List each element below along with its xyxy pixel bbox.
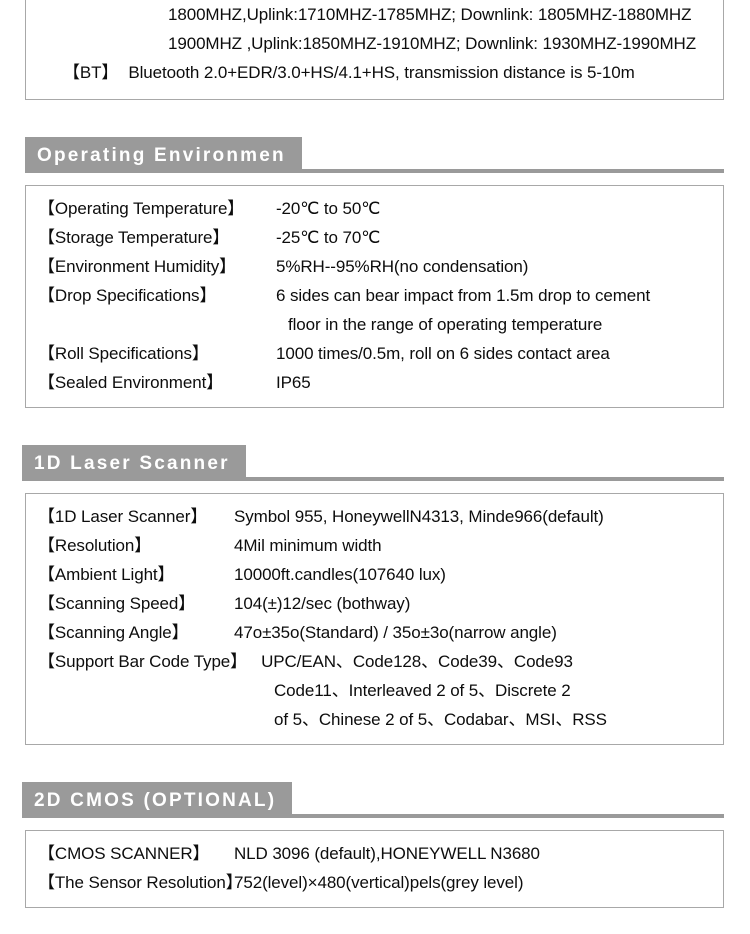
spec-label: 【1D Laser Scanner】 — [38, 507, 208, 526]
spec-row: 【Scanning Speed】 104(±)12/sec (bothway) — [26, 589, 723, 618]
1d-laser-scanner-box: 【1D Laser Scanner】 Symbol 955, Honeywell… — [25, 493, 724, 745]
section-title: 1D Laser Scanner — [34, 452, 230, 474]
spec-label: 【Ambient Light】 — [38, 565, 175, 584]
spec-row: 【Support Bar Code Type】 UPC/EAN、Code128、… — [26, 647, 723, 676]
spec-value: 6 sides can bear impact from 1.5m drop t… — [276, 286, 651, 305]
operating-environment-box: 【Operating Temperature】 -20℃ to 50℃ 【Sto… — [25, 185, 724, 408]
spec-row: 【Resolution】 4Mil minimum width — [26, 531, 723, 560]
spec-label: 【Sealed Environment】 — [38, 373, 224, 392]
spec-row: 【Scanning Angle】 47o±35o(Standard) / 35o… — [26, 618, 723, 647]
spec-value: UPC/EAN、Code128、Code39、Code93 — [261, 652, 573, 671]
spec-label: 【Drop Specifications】 — [38, 286, 217, 305]
bluetooth-value: Bluetooth 2.0+EDR/3.0+HS/4.1+HS, transmi… — [128, 63, 635, 82]
spec-value: 104(±)12/sec (bothway) — [234, 594, 411, 613]
spec-label: 【Resolution】 — [38, 536, 152, 555]
spec-row: 【Drop Specifications】 6 sides can bear i… — [26, 281, 723, 310]
spec-label: 【The Sensor Resolution】 — [38, 873, 243, 892]
2d-cmos-box: 【CMOS SCANNER】 NLD 3096 (default),HONEYW… — [25, 830, 724, 908]
spec-row-continuation: Code11、Interleaved 2 of 5、Discrete 2 — [26, 676, 723, 705]
spec-row: 【Sealed Environment】 IP65 — [26, 368, 723, 397]
spec-row: 【The Sensor Resolution】 752(level)×480(v… — [26, 868, 723, 897]
spec-row-continuation: of 5、Chinese 2 of 5、Codabar、MSI、RSS — [26, 705, 723, 734]
spec-value: 5%RH--95%RH(no condensation) — [276, 257, 529, 276]
header-bar: 2D CMOS (OPTIONAL) — [22, 782, 293, 818]
section-header-1d-laser-scanner: 1D Laser Scanner — [0, 445, 750, 481]
spec-label: 【Operating Temperature】 — [38, 199, 245, 218]
header-bar: 1D Laser Scanner — [22, 445, 246, 481]
spec-value: 4Mil minimum width — [234, 536, 382, 555]
bluetooth-row: 【BT】 Bluetooth 2.0+EDR/3.0+HS/4.1+HS, tr… — [26, 58, 723, 87]
spec-value: 1000 times/0.5m, roll on 6 sides contact… — [276, 344, 610, 363]
spec-value: -20℃ to 50℃ — [276, 199, 381, 218]
spec-value: -25℃ to 70℃ — [276, 228, 381, 247]
spec-row: 【CMOS SCANNER】 NLD 3096 (default),HONEYW… — [26, 839, 723, 868]
section-header-operating-environment: Operating Environmen — [0, 137, 750, 173]
spec-label: 【Support Bar Code Type】 — [38, 652, 248, 671]
spec-value: floor in the range of operating temperat… — [288, 315, 603, 334]
spec-row: 【Operating Temperature】 -20℃ to 50℃ — [26, 194, 723, 223]
spec-sheet-page: 1800MHZ,Uplink:1710MHZ-1785MHZ; Downlink… — [0, 0, 750, 908]
spec-row: 【1D Laser Scanner】 Symbol 955, Honeywell… — [26, 502, 723, 531]
spec-row: 【Ambient Light】 10000ft.candles(107640 l… — [26, 560, 723, 589]
section-title: Operating Environmen — [37, 144, 286, 166]
spec-value: 10000ft.candles(107640 lux) — [234, 565, 446, 584]
spec-value: 47o±35o(Standard) / 35o±3o(narrow angle) — [234, 623, 557, 642]
spec-label: 【Scanning Angle】 — [38, 623, 189, 642]
frequency-line: 1800MHZ,Uplink:1710MHZ-1785MHZ; Downlink… — [26, 0, 723, 29]
spec-row: 【Environment Humidity】 5%RH--95%RH(no co… — [26, 252, 723, 281]
spec-row-continuation: floor in the range of operating temperat… — [26, 310, 723, 339]
spec-value: NLD 3096 (default),HONEYWELL N3680 — [234, 844, 540, 863]
frequency-line-text: 1900MHZ ,Uplink:1850MHZ-1910MHZ; Downlin… — [168, 34, 696, 53]
section-title: 2D CMOS (OPTIONAL) — [34, 789, 277, 811]
header-bar: Operating Environmen — [25, 137, 302, 173]
spec-label: 【CMOS SCANNER】 — [38, 844, 210, 863]
spec-row: 【Roll Specifications】 1000 times/0.5m, r… — [26, 339, 723, 368]
spec-label: 【Scanning Speed】 — [38, 594, 196, 613]
section-header-2d-cmos-optional: 2D CMOS (OPTIONAL) — [0, 782, 750, 818]
frequency-line: 1900MHZ ,Uplink:1850MHZ-1910MHZ; Downlin… — [26, 29, 723, 58]
frequency-bluetooth-box: 1800MHZ,Uplink:1710MHZ-1785MHZ; Downlink… — [25, 0, 724, 100]
frequency-line-text: 1800MHZ,Uplink:1710MHZ-1785MHZ; Downlink… — [168, 5, 692, 24]
spec-value: 752(level)×480(vertical)pels(grey level) — [234, 873, 524, 892]
spec-value: IP65 — [276, 373, 311, 392]
spec-label: 【Roll Specifications】 — [38, 344, 209, 363]
spec-row: 【Storage Temperature】 -25℃ to 70℃ — [26, 223, 723, 252]
spec-value: of 5、Chinese 2 of 5、Codabar、MSI、RSS — [274, 710, 607, 729]
spec-value: Symbol 955, HoneywellN4313, Minde966(def… — [234, 507, 604, 526]
spec-label: 【Storage Temperature】 — [38, 228, 230, 247]
bluetooth-label: 【BT】 — [63, 63, 119, 82]
spec-value: Code11、Interleaved 2 of 5、Discrete 2 — [274, 681, 571, 700]
spec-label: 【Environment Humidity】 — [38, 257, 237, 276]
